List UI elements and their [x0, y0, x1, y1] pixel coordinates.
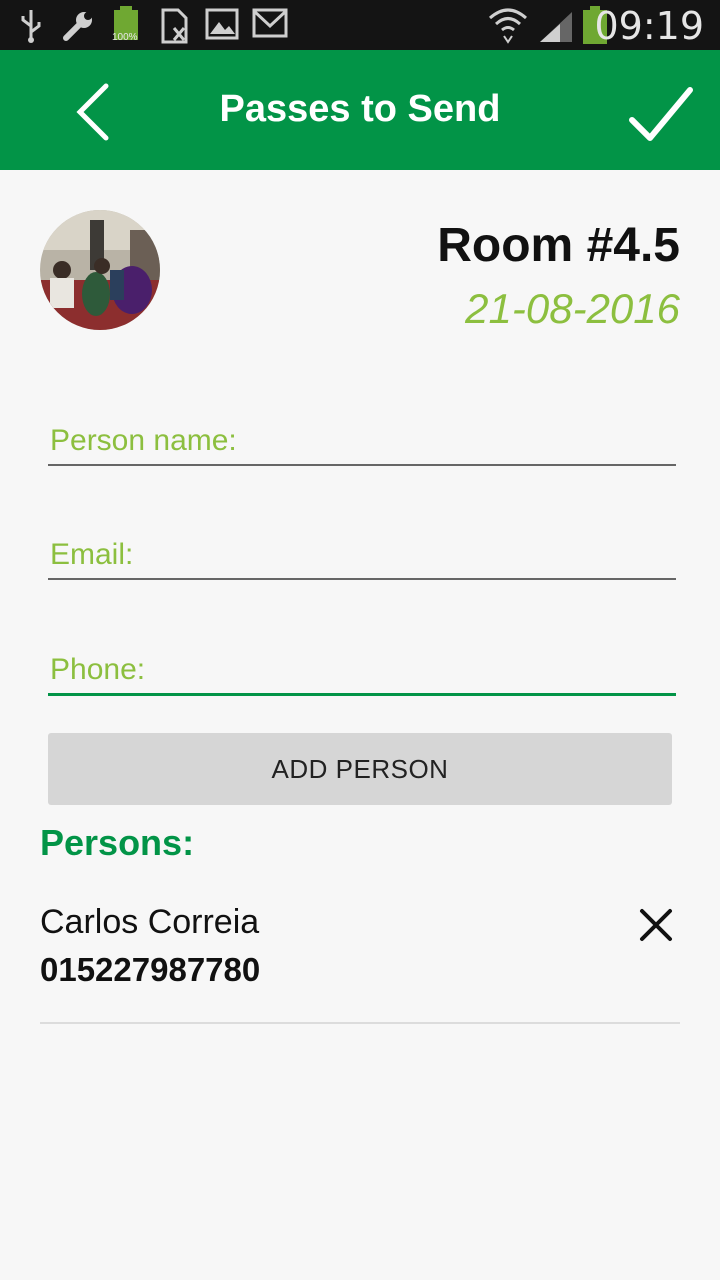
phone-input[interactable]	[48, 647, 676, 696]
room-date: 21-08-2016	[465, 285, 680, 332]
person-name: Carlos Correia	[40, 903, 260, 941]
gmail-icon	[252, 8, 288, 38]
room-name: Room #4.5	[437, 219, 680, 272]
remove-person-button[interactable]	[634, 903, 678, 947]
signal-icon	[540, 12, 572, 42]
status-bar: 100% 09:19	[0, 0, 720, 50]
person-name-input[interactable]	[48, 418, 676, 466]
add-person-button[interactable]: ADD PERSON	[48, 733, 672, 805]
page-title: Passes to Send	[219, 88, 501, 130]
battery-percent-label: 100%	[112, 32, 138, 43]
app-bar: Passes to Send	[0, 50, 720, 170]
wifi-icon	[489, 8, 527, 44]
image-icon	[205, 8, 239, 40]
list-item: Carlos Correia 015227987780	[40, 895, 680, 1022]
check-icon	[629, 87, 693, 141]
usb-icon	[21, 10, 41, 43]
sim-blocked-icon	[161, 8, 188, 44]
person-phone: 015227987780	[40, 951, 261, 988]
persons-heading: Persons:	[40, 822, 195, 863]
clock: 09:19	[594, 4, 704, 48]
battery-100-icon: 100%	[112, 6, 140, 44]
confirm-button[interactable]	[620, 78, 700, 158]
email-input[interactable]	[48, 532, 676, 580]
wrench-icon	[63, 12, 92, 41]
close-icon	[640, 909, 672, 941]
divider	[40, 1022, 680, 1024]
room-avatar	[40, 210, 160, 330]
